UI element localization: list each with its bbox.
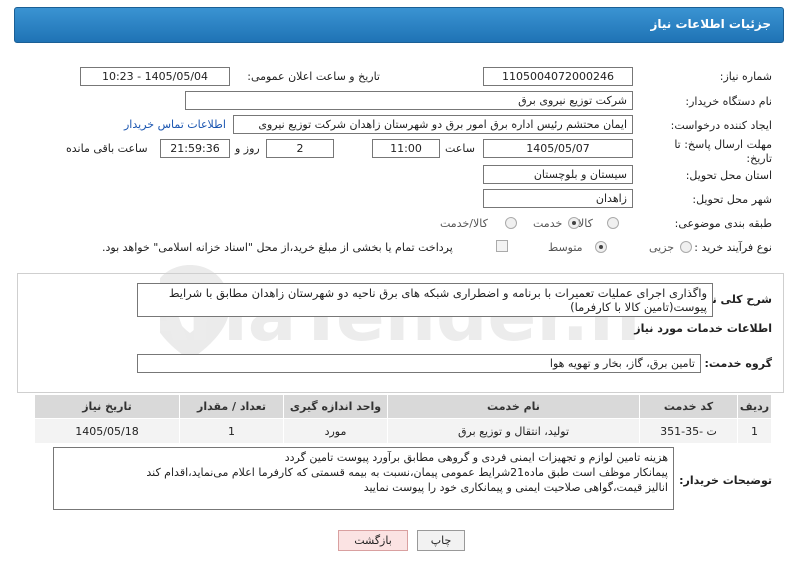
- province-label: استان محل تحویل:: [685, 169, 772, 182]
- service-group-field[interactable]: تامین برق، گاز، بخار و تهویه هوا: [137, 354, 701, 373]
- province-field[interactable]: سیستان و بلوچستان: [483, 165, 633, 184]
- back-button[interactable]: بازگشت: [338, 530, 408, 551]
- buyer-notes-line-1: هزینه تامین لوازم و تجهیزات ایمنی فردی و…: [284, 451, 668, 464]
- services-section-title: اطلاعات خدمات مورد نیاز: [634, 322, 772, 335]
- category-radio-goods[interactable]: [607, 217, 619, 229]
- cell-quantity: 1: [179, 418, 284, 444]
- time-label: ساعت: [445, 142, 475, 155]
- days-field[interactable]: 2: [266, 139, 334, 158]
- remaining-time-field[interactable]: 21:59:36: [160, 139, 230, 158]
- cell-row-number: 1: [737, 418, 772, 444]
- col-header-quantity: تعداد / مقدار: [179, 394, 284, 419]
- buyer-notes-line-3: انالیز قیمت،گواهی صلاحیت ایمنی و پیمانکا…: [363, 481, 668, 494]
- remaining-label: ساعت باقی مانده: [66, 142, 148, 155]
- deadline-label: مهلت ارسال پاسخ: تا تاریخ:: [674, 138, 772, 165]
- announce-field[interactable]: 1405/05/04 - 10:23: [80, 67, 230, 86]
- deadline-date-field[interactable]: 1405/05/07: [483, 139, 633, 158]
- category-radio-goods-service[interactable]: [505, 217, 517, 229]
- city-field[interactable]: زاهدان: [483, 189, 633, 208]
- process-option-minor: جزیی: [649, 241, 675, 254]
- col-header-service-name: نام خدمت: [387, 394, 640, 419]
- city-label: شهر محل تحویل:: [692, 193, 772, 206]
- service-group-label: گروه خدمت:: [704, 357, 772, 370]
- category-option-goods: کالا: [578, 217, 593, 230]
- need-number-label: شماره نیاز:: [719, 70, 772, 83]
- deadline-time-field[interactable]: 11:00: [372, 139, 440, 158]
- col-header-service-code: کد خدمت: [639, 394, 738, 419]
- print-button[interactable]: چاپ: [417, 530, 465, 551]
- cell-service-name: تولید، انتقال و توزیع برق: [387, 418, 640, 444]
- page-title: جزئیات اطلاعات نیاز: [650, 17, 771, 31]
- treasury-payment-checkbox[interactable]: [496, 240, 508, 252]
- creator-field[interactable]: ایمان محتشم رئیس اداره برق امور برق دو ش…: [233, 115, 633, 134]
- buyer-notes-label: توضیحات خریدار:: [679, 474, 772, 487]
- need-number-field[interactable]: 1105004072000246: [483, 67, 633, 86]
- days-label: روز و: [235, 142, 260, 155]
- summary-textarea[interactable]: واگذاری اجرای عملیات تعمیرات با برنامه و…: [137, 283, 713, 317]
- process-option-medium: متوسط: [548, 241, 583, 254]
- announce-label: تاریخ و ساعت اعلان عمومی:: [247, 70, 380, 83]
- table-row: 1 ت -35-351 تولید، انتقال و توزیع برق مو…: [34, 418, 772, 444]
- table-header-row: ردیف کد خدمت نام خدمت واحد اندازه گیری ت…: [34, 394, 772, 419]
- cell-unit: مورد: [283, 418, 388, 444]
- category-option-goods-service: کالا/خدمت: [440, 217, 488, 230]
- title-bar: جزئیات اطلاعات نیاز: [14, 7, 784, 43]
- category-radio-service[interactable]: [568, 217, 580, 229]
- cell-need-date: 1405/05/18: [34, 418, 180, 444]
- buyer-notes-textarea[interactable]: هزینه تامین لوازم و تجهیزات ایمنی فردی و…: [53, 447, 674, 510]
- process-label: نوع فرآیند خرید :: [694, 241, 772, 254]
- category-label: طبقه بندی موضوعی:: [674, 217, 772, 230]
- buyer-label: نام دستگاه خریدار:: [685, 95, 772, 108]
- col-header-unit: واحد اندازه گیری: [283, 394, 388, 419]
- col-header-need-date: تاریخ نیاز: [34, 394, 180, 419]
- buyer-notes-line-2: پیمانکار موظف است طبق ماده21شرایط عمومی …: [146, 466, 668, 479]
- cell-service-code: ت -35-351: [639, 418, 738, 444]
- contact-info-link[interactable]: اطلاعات تماس خریدار: [124, 118, 226, 131]
- category-option-service: خدمت: [533, 217, 563, 230]
- process-radio-medium[interactable]: [595, 241, 607, 253]
- process-radio-minor[interactable]: [680, 241, 692, 253]
- creator-label: ایجاد کننده درخواست:: [670, 119, 772, 132]
- services-table: ردیف کد خدمت نام خدمت واحد اندازه گیری ت…: [34, 394, 772, 444]
- treasury-payment-note: پرداخت تمام یا بخشی از مبلغ خرید،از محل …: [102, 241, 453, 254]
- buyer-field[interactable]: شرکت توزیع نیروی برق: [185, 91, 633, 110]
- col-header-row-number: ردیف: [737, 394, 772, 419]
